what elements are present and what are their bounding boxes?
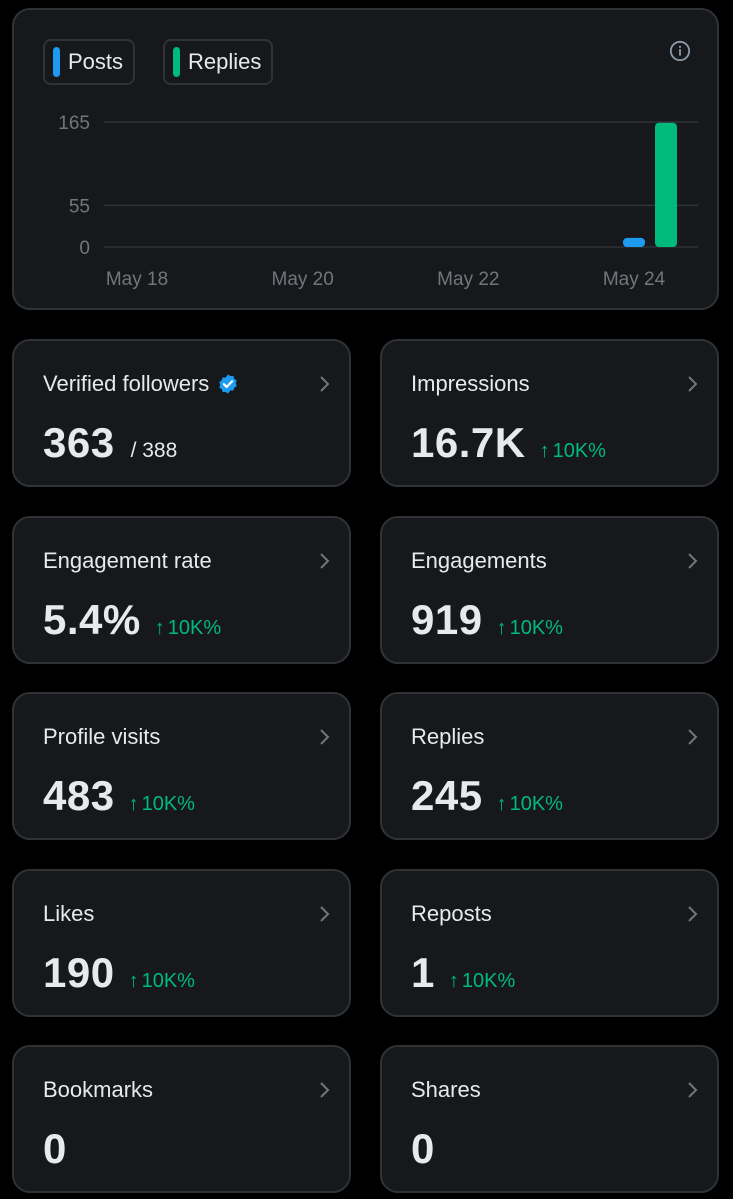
stat-label: Shares — [411, 1077, 481, 1102]
verified-badge-icon — [219, 374, 238, 394]
x-tick-label: May 20 — [272, 269, 334, 290]
stat-value: 483 — [43, 772, 115, 819]
stat-value-row: 483 ↑ 10K% — [43, 772, 195, 820]
chevron-right-icon — [320, 729, 330, 745]
chevron-right-icon — [688, 376, 698, 392]
stat-value: 190 — [43, 949, 115, 996]
stat-card-verified-followers[interactable]: Verified followers 363 / 388 — [12, 339, 351, 487]
stat-value-row: 5.4% ↑ 10K% — [43, 596, 221, 644]
y-tick-label: 55 — [69, 196, 90, 217]
stat-label: Replies — [411, 724, 485, 749]
stat-card-replies[interactable]: Replies 245 ↑ 10K% — [380, 692, 719, 840]
stat-value: 0 — [411, 1125, 435, 1172]
stat-card-engagement-rate[interactable]: Engagement rate 5.4% ↑ 10K% — [12, 516, 351, 664]
stat-value: 363 — [43, 419, 115, 466]
stat-label: Engagement rate — [43, 548, 212, 573]
stat-change-value: 10K% — [141, 970, 195, 992]
stat-change: ↑ 10K% — [129, 793, 195, 816]
stat-change-value: 10K% — [509, 793, 563, 815]
stat-card-bookmarks[interactable]: Bookmarks 0 — [12, 1045, 351, 1193]
chevron-right-icon — [688, 729, 698, 745]
stat-card-profile-visits[interactable]: Profile visits 483 ↑ 10K% — [12, 692, 351, 840]
stat-label: Reposts — [411, 901, 492, 926]
bar-chart: 165 55 0 May 18 May 20 May 22 May 24 — [58, 113, 698, 290]
stat-label-container: Verified followers — [43, 371, 239, 397]
arrow-up-icon: ↑ — [448, 970, 459, 992]
stat-label: Profile visits — [43, 724, 161, 749]
stat-card-reposts[interactable]: Reposts 1 ↑ 10K% — [380, 869, 719, 1017]
arrow-up-icon: ↑ — [539, 440, 550, 462]
stat-card-shares[interactable]: Shares 0 — [380, 1045, 719, 1193]
y-tick-label: 165 — [58, 113, 90, 134]
bar-replies — [655, 122, 677, 247]
stat-label: Verified followers — [43, 371, 210, 396]
stat-label: Engagements — [411, 548, 547, 573]
stat-change-value: 10K% — [461, 970, 516, 992]
stat-total: / 388 — [130, 439, 178, 462]
stat-change-value: 10K% — [141, 793, 195, 815]
stat-label: Likes — [43, 901, 95, 926]
arrow-up-icon: ↑ — [496, 793, 507, 815]
stat-card-impressions[interactable]: Impressions 16.7K ↑ 10K% — [380, 339, 719, 487]
stat-label: Impressions — [411, 371, 530, 396]
stat-card-engagements[interactable]: Engagements 919 ↑ 10K% — [380, 516, 719, 664]
stat-value-row: 919 ↑ 10K% — [411, 596, 563, 644]
stat-change: ↑ 10K% — [129, 970, 195, 993]
chevron-right-icon — [688, 1082, 698, 1098]
stat-value: 5.4% — [43, 596, 141, 643]
x-tick-label: May 24 — [603, 269, 666, 290]
stat-value-row: 16.7K ↑ 10K% — [411, 419, 606, 467]
arrow-up-icon: ↑ — [128, 970, 139, 992]
stat-value-row: 1 ↑ 10K% — [411, 949, 515, 997]
chevron-right-icon — [688, 906, 698, 922]
stat-change-value: 10K% — [167, 617, 222, 639]
stat-value: 919 — [411, 596, 483, 643]
stat-value-row: 0 — [411, 1125, 435, 1173]
stat-card-likes[interactable]: Likes 190 ↑ 10K% — [12, 869, 351, 1017]
chevron-right-icon — [320, 1082, 330, 1098]
stat-label: Bookmarks — [43, 1077, 154, 1102]
chevron-right-icon — [688, 553, 698, 569]
stat-value: 16.7K — [411, 419, 526, 466]
stat-change: ↑ 10K% — [155, 617, 221, 640]
chevron-right-icon — [320, 376, 330, 392]
y-tick-label: 0 — [79, 238, 90, 259]
stat-change-value: 10K% — [509, 617, 563, 639]
arrow-up-icon: ↑ — [154, 617, 165, 639]
x-tick-label: May 22 — [437, 269, 499, 290]
stat-value-row: 363 / 388 — [43, 419, 177, 467]
stat-change: ↑ 10K% — [540, 440, 606, 463]
stat-change: ↑ 10K% — [449, 970, 515, 993]
stat-value: 0 — [43, 1125, 67, 1172]
chevron-right-icon — [320, 906, 330, 922]
stat-change: ↑ 10K% — [497, 617, 563, 640]
stat-value: 1 — [411, 949, 435, 996]
stat-change-value: 10K% — [552, 440, 606, 462]
stat-value-row: 245 ↑ 10K% — [411, 772, 563, 820]
x-tick-label: May 18 — [106, 269, 168, 290]
stat-value-row: 0 — [43, 1125, 67, 1173]
arrow-up-icon: ↑ — [496, 617, 507, 639]
stat-value-row: 190 ↑ 10K% — [43, 949, 195, 997]
chevron-right-icon — [320, 553, 330, 569]
arrow-up-icon: ↑ — [128, 793, 139, 815]
stat-value: 245 — [411, 772, 483, 819]
activity-chart-card: Posts Replies 165 55 0 May 18 May 20 May 22 Ma… — [12, 8, 719, 310]
bar-posts — [623, 237, 645, 247]
stat-change: ↑ 10K% — [497, 793, 563, 816]
